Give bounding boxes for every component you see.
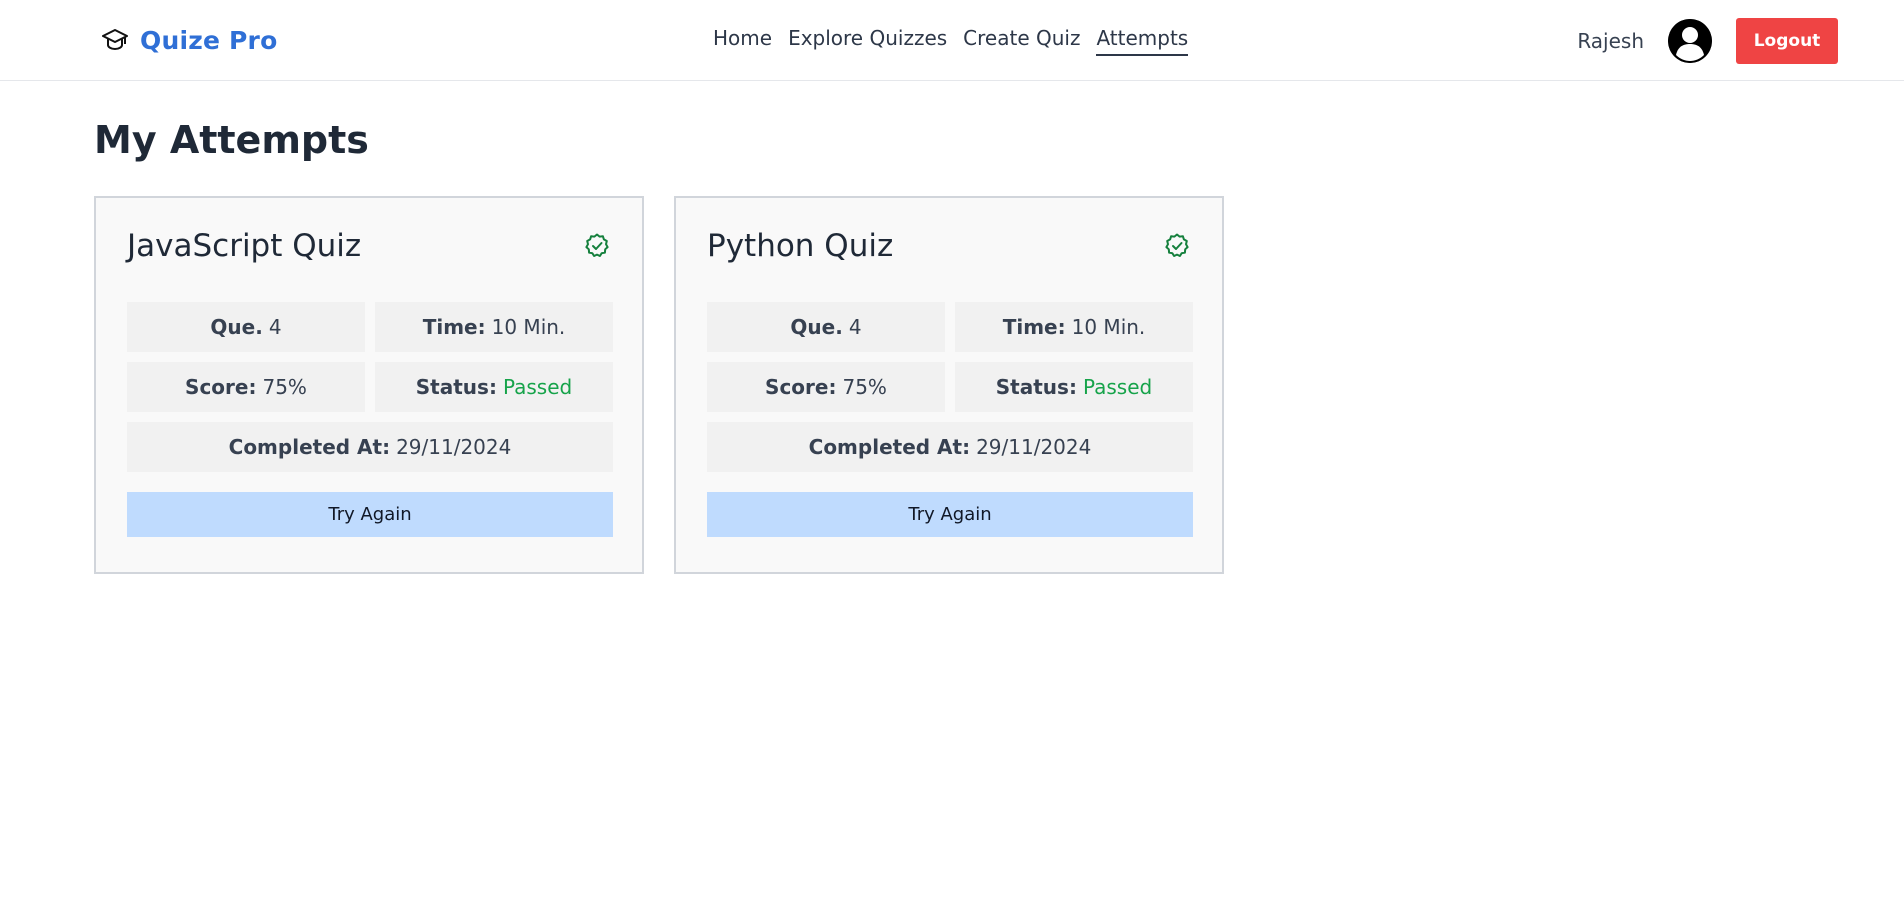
status-stat: Status: Passed xyxy=(375,362,613,412)
questions-value: 4 xyxy=(848,315,862,339)
logout-button[interactable]: Logout xyxy=(1736,18,1838,64)
completed-value: 29/11/2024 xyxy=(976,435,1092,459)
questions-stat: Que. 4 xyxy=(707,302,945,352)
status-stat: Status: Passed xyxy=(955,362,1193,412)
quiz-title: Python Quiz xyxy=(707,228,894,264)
score-label: Score: xyxy=(185,375,257,399)
try-again-button[interactable]: Try Again xyxy=(707,492,1193,537)
attempt-card: Python Quiz Que. 4 Time: 10 Min. Score: … xyxy=(674,196,1224,574)
status-label: Status: xyxy=(995,375,1077,399)
card-header: JavaScript Quiz xyxy=(127,228,611,264)
try-again-button[interactable]: Try Again xyxy=(127,492,613,537)
score-value: 75% xyxy=(262,375,307,399)
score-stat: Score: 75% xyxy=(707,362,945,412)
completed-label: Completed At: xyxy=(808,435,971,459)
questions-label: Que. xyxy=(790,315,843,339)
attempt-card: JavaScript Quiz Que. 4 Time: 10 Min. Sco… xyxy=(94,196,644,574)
navbar: Quize Pro Home Explore Quizzes Create Qu… xyxy=(0,0,1904,81)
status-label: Status: xyxy=(415,375,497,399)
attempt-stats: Que. 4 Time: 10 Min. Score: 75% Status: … xyxy=(707,302,1193,472)
completed-stat: Completed At: 29/11/2024 xyxy=(707,422,1193,472)
attempt-stats: Que. 4 Time: 10 Min. Score: 75% Status: … xyxy=(127,302,613,472)
score-value: 75% xyxy=(842,375,887,399)
questions-stat: Que. 4 xyxy=(127,302,365,352)
score-stat: Score: 75% xyxy=(127,362,365,412)
completed-label: Completed At: xyxy=(228,435,391,459)
time-stat: Time: 10 Min. xyxy=(955,302,1193,352)
user-area: Rajesh Logout xyxy=(1577,18,1838,64)
score-label: Score: xyxy=(765,375,837,399)
graduation-cap-icon xyxy=(100,25,130,55)
quiz-title: JavaScript Quiz xyxy=(127,228,362,264)
badge-check-icon xyxy=(1163,232,1191,260)
user-circle-icon[interactable] xyxy=(1668,19,1712,63)
page-title: My Attempts xyxy=(94,118,369,162)
nav-attempts[interactable]: Attempts xyxy=(1096,26,1189,56)
questions-label: Que. xyxy=(210,315,263,339)
time-label: Time: xyxy=(422,315,486,339)
time-label: Time: xyxy=(1002,315,1066,339)
brand-name: Quize Pro xyxy=(140,25,278,55)
time-stat: Time: 10 Min. xyxy=(375,302,613,352)
brand-logo[interactable]: Quize Pro xyxy=(100,22,277,58)
status-value: Passed xyxy=(1082,375,1153,399)
badge-check-icon xyxy=(583,232,611,260)
status-value: Passed xyxy=(502,375,573,399)
time-value: 10 Min. xyxy=(491,315,566,339)
card-header: Python Quiz xyxy=(707,228,1191,264)
nav-create-quiz[interactable]: Create Quiz xyxy=(963,26,1080,56)
questions-value: 4 xyxy=(268,315,282,339)
completed-stat: Completed At: 29/11/2024 xyxy=(127,422,613,472)
time-value: 10 Min. xyxy=(1071,315,1146,339)
nav-explore-quizzes[interactable]: Explore Quizzes xyxy=(788,26,947,56)
completed-value: 29/11/2024 xyxy=(396,435,512,459)
nav-home[interactable]: Home xyxy=(713,26,772,56)
user-name: Rajesh xyxy=(1577,29,1644,53)
main-nav: Home Explore Quizzes Create Quiz Attempt… xyxy=(713,26,1189,56)
attempts-list: JavaScript Quiz Que. 4 Time: 10 Min. Sco… xyxy=(94,196,1224,574)
